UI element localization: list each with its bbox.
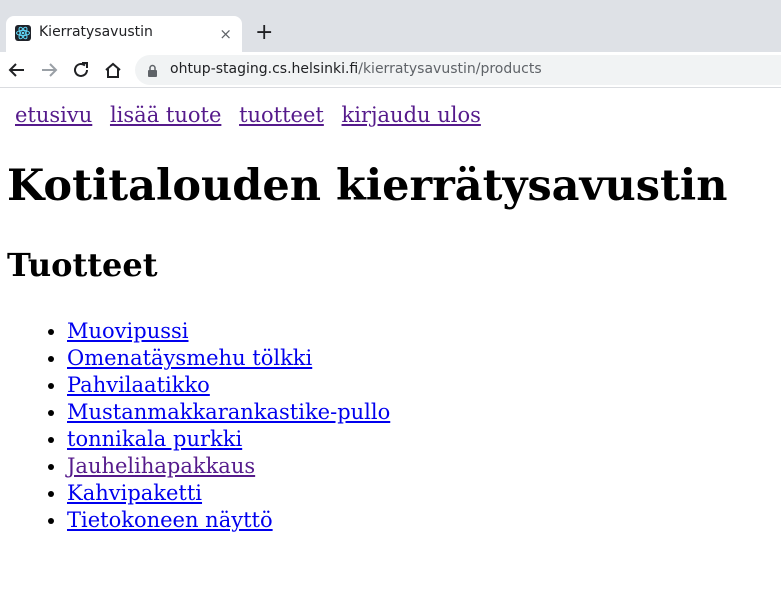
product-link[interactable]: Kahvipaketti (67, 481, 202, 505)
nav-link-home[interactable]: etusivu (15, 103, 92, 127)
list-item: Jauhelihapakkaus (67, 453, 390, 480)
url-path: /kierratysavustin/products (358, 61, 542, 77)
nav-link-logout[interactable]: kirjaudu ulos (342, 103, 481, 127)
product-link[interactable]: Muovipussi (67, 319, 189, 343)
browser-tab[interactable]: Kierratysavustin × (6, 16, 242, 52)
browser-tabstrip: Kierratysavustin × + (0, 0, 781, 52)
url-text: ohtup-staging.cs.helsinki.fi/kierratysav… (170, 61, 542, 77)
home-icon[interactable] (102, 59, 124, 81)
url-host: ohtup-staging.cs.helsinki.fi (170, 61, 359, 77)
react-favicon-icon (15, 25, 31, 41)
product-link[interactable]: Omenatäysmehu tölkki (67, 346, 312, 370)
address-bar[interactable]: ohtup-staging.cs.helsinki.fi/kierratysav… (135, 55, 781, 85)
list-item: Omenatäysmehu tölkki (67, 345, 390, 372)
tab-title: Kierratysavustin (39, 24, 153, 40)
list-item: Muovipussi (67, 318, 390, 345)
browser-toolbar: ohtup-staging.cs.helsinki.fi/kierratysav… (0, 52, 781, 88)
reload-icon[interactable] (70, 59, 92, 81)
nav-link-products[interactable]: tuotteet (239, 103, 324, 127)
nav-link-add-product[interactable]: lisää tuote (110, 103, 221, 127)
product-link[interactable]: Pahvilaatikko (67, 373, 210, 397)
page-title: Kotitalouden kierrätysavustin (7, 161, 728, 211)
list-item: Tietokoneen näyttö (67, 507, 390, 534)
forward-icon[interactable] (38, 59, 60, 81)
back-icon[interactable] (6, 59, 28, 81)
product-link[interactable]: Mustanmakkarankastike-pullo (67, 400, 390, 424)
list-item: Mustanmakkarankastike-pullo (67, 399, 390, 426)
section-title: Tuotteet (7, 246, 158, 284)
list-item: Kahvipaketti (67, 480, 390, 507)
top-navigation: etusivu lisää tuote tuotteet kirjaudu ul… (15, 103, 492, 127)
product-link[interactable]: Jauhelihapakkaus (67, 454, 255, 478)
product-link[interactable]: tonnikala purkki (67, 427, 242, 451)
list-item: Pahvilaatikko (67, 372, 390, 399)
product-list: Muovipussi Omenatäysmehu tölkki Pahvilaa… (0, 318, 390, 534)
list-item: tonnikala purkki (67, 426, 390, 453)
new-tab-button[interactable]: + (255, 22, 273, 44)
product-link[interactable]: Tietokoneen näyttö (67, 508, 273, 532)
tab-close-icon[interactable]: × (219, 25, 232, 43)
page-content: etusivu lisää tuote tuotteet kirjaudu ul… (0, 89, 781, 594)
lock-icon[interactable] (147, 63, 158, 82)
